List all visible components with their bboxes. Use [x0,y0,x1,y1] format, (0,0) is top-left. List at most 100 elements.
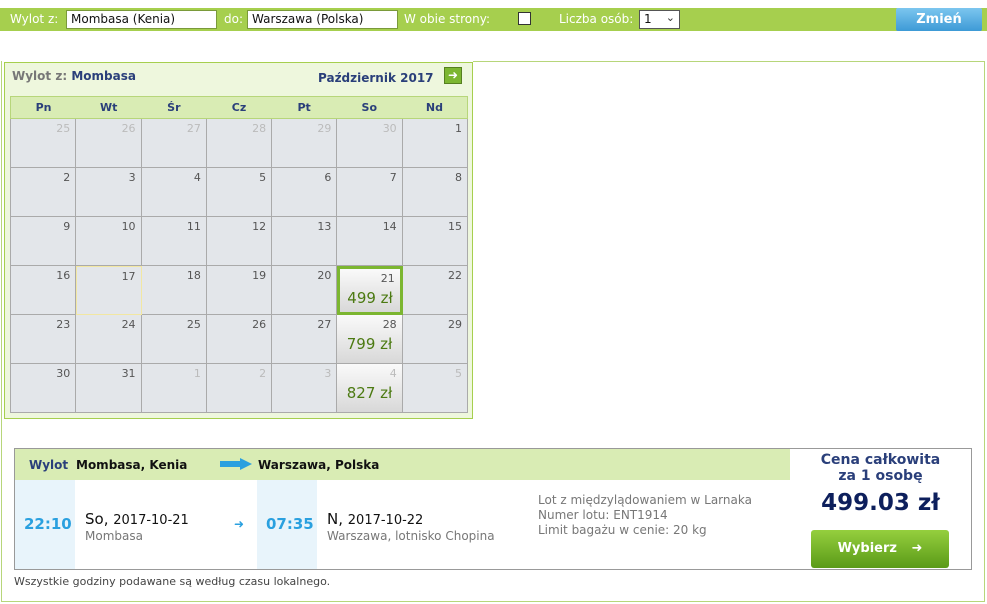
to-label: do: [224,12,244,26]
flight-card: Wylot Mombasa, Kenia Warszawa, Polska 22… [14,448,972,570]
calendar-day: 15 [402,217,468,266]
calendar-day: 1 [402,119,468,168]
flight-destination: Warszawa, Polska [258,458,380,472]
weekday-label: Pt [297,101,311,114]
roundtrip-label: W obie strony: [404,12,491,26]
weekday-label: Śr [167,101,181,114]
calendar-week-row: 25 26 27 28 29 30 1 [11,119,468,168]
calendar-day: 30 [337,119,403,168]
departure-place: Mombasa [85,529,143,543]
calendar-day: 24 [76,315,142,364]
calendar-day: 7 [337,168,403,217]
day-number: 27 [186,122,201,135]
persons-select[interactable]: 1 ⌄ [639,10,680,29]
next-month-arrow-icon[interactable]: ➜ [444,67,462,84]
price-title-line2: za 1 osobę [838,468,923,484]
choose-flight-button[interactable]: Wybierz ➜ [811,530,949,568]
day-number: 17 [121,270,136,283]
day-number: 4 [193,171,201,184]
calendar-day: 2 [206,364,273,413]
calendar-day: 26 [76,119,142,168]
search-bar: Wylot z: Mombasa (Kenia) do: Warszawa (P… [0,8,987,31]
calendar: Wylot z: Mombasa Październik 2017 ➜ Pn Wt… [4,62,473,419]
frame-divider [473,61,985,62]
roundtrip-checkbox[interactable] [518,12,531,25]
calendar-day: 20 [272,266,338,315]
flight-header: Wylot Mombasa, Kenia Warszawa, Polska [15,449,790,480]
calendar-day: 9 [11,217,77,266]
departure-date-value: 2017-10-21 [113,513,189,528]
day-price: 827 zł [346,384,393,402]
arrival-place: Warszawa, lotnisko Chopina [327,529,495,543]
price-box: Cena całkowita za 1 osobę 499.03 zł Wybi… [790,449,971,569]
calendar-day: 25 [141,315,207,364]
calendar-day: 16 [11,266,77,315]
calendar-day-priced[interactable]: 4 827 zł [337,364,403,413]
weekday-label: Wt [100,101,118,114]
calendar-day: 11 [141,217,207,266]
day-number: 12 [252,220,267,233]
day-number: 23 [56,318,71,331]
day-number: 2 [63,171,71,184]
calendar-day: 8 [402,168,468,217]
calendar-origin-city: Mombasa [71,69,136,83]
day-number: 3 [128,171,136,184]
day-number: 15 [447,220,462,233]
calendar-day: 27 [141,119,207,168]
day-number: 28 [382,318,397,331]
arrival-time: 07:35 [266,515,314,533]
calendar-week-row: 2 3 4 5 6 7 8 [11,168,468,217]
departure-day: So, [85,510,109,528]
day-number: 21 [380,272,395,285]
weekday-label: Nd [425,101,443,114]
day-number: 22 [447,269,462,282]
calendar-day: 26 [206,315,273,364]
departure-time: 22:10 [24,515,72,533]
calendar-day-priced[interactable]: 28 799 zł [337,315,403,364]
calendar-day: 28 [206,119,273,168]
calendar-day: 5 [402,364,468,413]
calendar-day: 3 [272,364,338,413]
calendar-grid: Pn Wt Śr Cz Pt So Nd 25 26 27 28 29 30 1 2 3 4 5 6 7 8 9 10 11… [10,96,468,413]
arrival-date-value: 2017-10-22 [347,513,424,528]
stopover-info: Lot z międzylądowaniem w Larnaka [538,493,752,507]
departure-date: So, 2017-10-21 [85,510,189,528]
calendar-day: 29 [402,315,468,364]
calendar-week-row: 23 24 25 26 27 28 799 zł 29 [11,315,468,364]
chevron-down-icon: ⌄ [665,11,675,24]
calendar-day: 10 [76,217,142,266]
day-number: 9 [63,220,71,233]
day-number: 28 [252,122,267,135]
departure-time-box: 22:10 [15,480,75,569]
arrow-right-icon: ➜ [911,541,923,556]
price-title: Cena całkowita za 1 osobę [790,452,971,484]
calendar-origin: Wylot z: Mombasa [12,69,136,83]
calendar-day: 1 [141,364,207,413]
change-search-button[interactable]: Zmień [896,8,982,31]
from-input[interactable]: Mombasa (Kenia) [66,10,217,29]
calendar-day: 13 [272,217,338,266]
calendar-week-row: 30 31 1 2 3 4 827 zł 5 [11,364,468,413]
day-number: 18 [186,269,201,282]
calendar-day-priced[interactable]: 21 499 zł [337,266,403,315]
arrival-date: N, 2017-10-22 [327,510,423,528]
calendar-day: 31 [76,364,142,413]
calendar-day: 19 [206,266,273,315]
calendar-day: 29 [272,119,338,168]
to-input[interactable]: Warszawa (Polska) [247,10,398,29]
day-number: 30 [382,122,397,135]
day-number: 30 [56,367,71,380]
calendar-day: 22 [402,266,468,315]
calendar-week-row: 16 17 18 19 20 21 499 zł 22 [11,266,468,315]
weekday-label: Cz [231,101,247,114]
day-number: 1 [193,367,201,380]
from-label: Wylot z: [10,12,59,26]
day-number: 5 [259,171,267,184]
calendar-day: 23 [11,315,77,364]
calendar-day: 5 [206,168,273,217]
arrow-right-icon: ➜ [234,517,245,531]
weekday-label: Pn [35,101,52,114]
day-number: 26 [252,318,267,331]
choose-flight-label: Wybierz [837,541,897,556]
calendar-day: 17 [76,266,142,315]
